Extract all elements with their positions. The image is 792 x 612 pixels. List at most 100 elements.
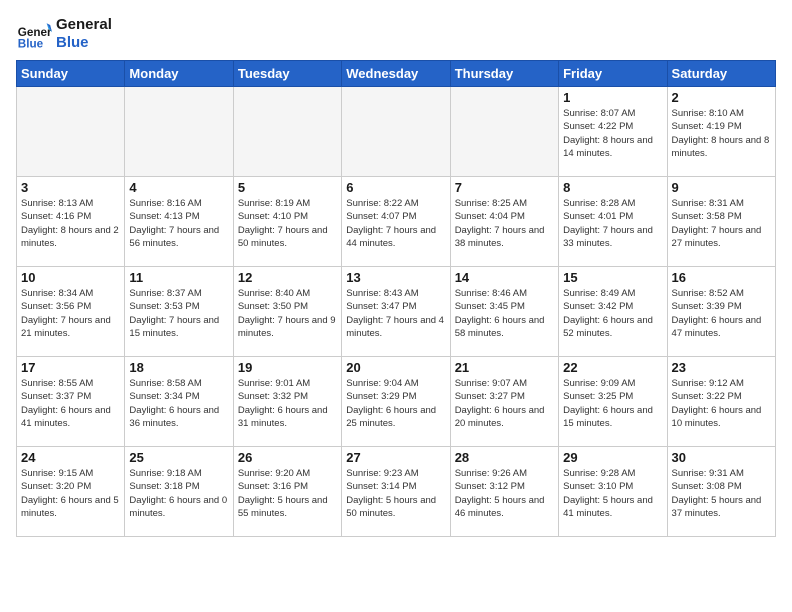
day-info: Sunrise: 9:07 AM Sunset: 3:27 PM Dayligh… [455,377,554,430]
calendar-cell: 5 Sunrise: 8:19 AM Sunset: 4:10 PM Daylig… [233,177,341,267]
calendar-cell: 17 Sunrise: 8:55 AM Sunset: 3:37 PM Dayli… [17,357,125,447]
calendar-cell: 4 Sunrise: 8:16 AM Sunset: 4:13 PM Daylig… [125,177,233,267]
calendar-cell: 8 Sunrise: 8:28 AM Sunset: 4:01 PM Daylig… [559,177,667,267]
weekday-header-sunday: Sunday [17,61,125,87]
calendar-cell: 9 Sunrise: 8:31 AM Sunset: 3:58 PM Daylig… [667,177,775,267]
day-number: 6 [346,180,445,195]
day-info: Sunrise: 8:28 AM Sunset: 4:01 PM Dayligh… [563,197,662,250]
logo-blue-text: Blue [56,34,112,52]
calendar-cell [450,87,558,177]
calendar-cell: 23 Sunrise: 9:12 AM Sunset: 3:22 PM Dayli… [667,357,775,447]
day-number: 4 [129,180,228,195]
day-number: 9 [672,180,771,195]
day-number: 14 [455,270,554,285]
calendar-cell: 14 Sunrise: 8:46 AM Sunset: 3:45 PM Dayli… [450,267,558,357]
header: General Blue General Blue [16,16,776,52]
day-info: Sunrise: 8:31 AM Sunset: 3:58 PM Dayligh… [672,197,771,250]
calendar-cell: 7 Sunrise: 8:25 AM Sunset: 4:04 PM Daylig… [450,177,558,267]
calendar-cell: 15Sunrise: 8:49 AM Sunset: 3:42 PM Dayli… [559,267,667,357]
day-info: Sunrise: 8:22 AM Sunset: 4:07 PM Dayligh… [346,197,445,250]
calendar-cell: 27 Sunrise: 9:23 AM Sunset: 3:14 PM Dayli… [342,447,450,537]
day-number: 1 [563,90,662,105]
calendar-cell: 13Sunrise: 8:43 AM Sunset: 3:47 PM Dayli… [342,267,450,357]
day-info: Sunrise: 8:58 AM Sunset: 3:34 PM Dayligh… [129,377,228,430]
day-number: 24 [21,450,120,465]
day-number: 12 [238,270,337,285]
weekday-header-row: SundayMondayTuesdayWednesdayThursdayFrid… [17,61,776,87]
day-number: 11 [129,270,228,285]
week-row-5: 24Sunrise: 9:15 AM Sunset: 3:20 PM Dayli… [17,447,776,537]
day-info: Sunrise: 9:31 AM Sunset: 3:08 PM Dayligh… [672,467,771,520]
weekday-header-monday: Monday [125,61,233,87]
calendar-cell: 25 Sunrise: 9:18 AM Sunset: 3:18 PM Dayli… [125,447,233,537]
calendar-cell: 18 Sunrise: 8:58 AM Sunset: 3:34 PM Dayli… [125,357,233,447]
day-info: Sunrise: 9:01 AM Sunset: 3:32 PM Dayligh… [238,377,337,430]
day-info: Sunrise: 8:19 AM Sunset: 4:10 PM Dayligh… [238,197,337,250]
calendar-cell: 20 Sunrise: 9:04 AM Sunset: 3:29 PM Dayli… [342,357,450,447]
day-number: 19 [238,360,337,375]
day-info: Sunrise: 8:13 AM Sunset: 4:16 PM Dayligh… [21,197,120,250]
calendar-cell: 2 Sunrise: 8:10 AM Sunset: 4:19 PM Daylig… [667,87,775,177]
calendar-cell [233,87,341,177]
day-info: Sunrise: 8:40 AM Sunset: 3:50 PM Dayligh… [238,287,337,340]
calendar-cell: 22Sunrise: 9:09 AM Sunset: 3:25 PM Dayli… [559,357,667,447]
day-info: Sunrise: 8:25 AM Sunset: 4:04 PM Dayligh… [455,197,554,250]
day-info: Sunrise: 9:18 AM Sunset: 3:18 PM Dayligh… [129,467,228,520]
day-number: 5 [238,180,337,195]
calendar-cell [125,87,233,177]
day-info: Sunrise: 8:34 AM Sunset: 3:56 PM Dayligh… [21,287,120,340]
day-number: 30 [672,450,771,465]
day-number: 29 [563,450,662,465]
calendar-cell [342,87,450,177]
day-info: Sunrise: 9:20 AM Sunset: 3:16 PM Dayligh… [238,467,337,520]
weekday-header-thursday: Thursday [450,61,558,87]
day-info: Sunrise: 9:12 AM Sunset: 3:22 PM Dayligh… [672,377,771,430]
weekday-header-tuesday: Tuesday [233,61,341,87]
weekday-header-wednesday: Wednesday [342,61,450,87]
day-number: 27 [346,450,445,465]
calendar-cell: 29 Sunrise: 9:28 AM Sunset: 3:10 PM Dayli… [559,447,667,537]
day-number: 18 [129,360,228,375]
day-number: 3 [21,180,120,195]
day-number: 26 [238,450,337,465]
svg-text:Blue: Blue [18,38,44,51]
day-number: 22 [563,360,662,375]
day-number: 17 [21,360,120,375]
calendar: SundayMondayTuesdayWednesdayThursdayFrid… [16,60,776,537]
day-number: 7 [455,180,554,195]
week-row-3: 10 Sunrise: 8:34 AM Sunset: 3:56 PM Dayli… [17,267,776,357]
day-info: Sunrise: 8:43 AM Sunset: 3:47 PM Dayligh… [346,287,445,340]
day-info: Sunrise: 8:46 AM Sunset: 3:45 PM Dayligh… [455,287,554,340]
calendar-cell: 3 Sunrise: 8:13 AM Sunset: 4:16 PM Daylig… [17,177,125,267]
calendar-cell: 30 Sunrise: 9:31 AM Sunset: 3:08 PM Dayli… [667,447,775,537]
calendar-cell: 28Sunrise: 9:26 AM Sunset: 3:12 PM Dayli… [450,447,558,537]
day-info: Sunrise: 8:16 AM Sunset: 4:13 PM Dayligh… [129,197,228,250]
day-info: Sunrise: 8:37 AM Sunset: 3:53 PM Dayligh… [129,287,228,340]
calendar-body: 1 Sunrise: 8:07 AM Sunset: 4:22 PM Daylig… [17,87,776,537]
day-info: Sunrise: 9:28 AM Sunset: 3:10 PM Dayligh… [563,467,662,520]
day-info: Sunrise: 8:55 AM Sunset: 3:37 PM Dayligh… [21,377,120,430]
calendar-cell: 6 Sunrise: 8:22 AM Sunset: 4:07 PM Daylig… [342,177,450,267]
day-number: 10 [21,270,120,285]
day-number: 25 [129,450,228,465]
calendar-cell: 10 Sunrise: 8:34 AM Sunset: 3:56 PM Dayli… [17,267,125,357]
day-number: 16 [672,270,771,285]
calendar-cell: 1 Sunrise: 8:07 AM Sunset: 4:22 PM Daylig… [559,87,667,177]
day-info: Sunrise: 9:23 AM Sunset: 3:14 PM Dayligh… [346,467,445,520]
day-number: 8 [563,180,662,195]
week-row-1: 1 Sunrise: 8:07 AM Sunset: 4:22 PM Daylig… [17,87,776,177]
calendar-cell: 21Sunrise: 9:07 AM Sunset: 3:27 PM Dayli… [450,357,558,447]
day-info: Sunrise: 9:26 AM Sunset: 3:12 PM Dayligh… [455,467,554,520]
calendar-cell [17,87,125,177]
logo: General Blue General Blue [16,16,112,52]
day-info: Sunrise: 8:07 AM Sunset: 4:22 PM Dayligh… [563,107,662,160]
calendar-cell: 16Sunrise: 8:52 AM Sunset: 3:39 PM Dayli… [667,267,775,357]
day-number: 23 [672,360,771,375]
day-info: Sunrise: 9:04 AM Sunset: 3:29 PM Dayligh… [346,377,445,430]
calendar-cell: 26 Sunrise: 9:20 AM Sunset: 3:16 PM Dayli… [233,447,341,537]
weekday-header-friday: Friday [559,61,667,87]
day-number: 20 [346,360,445,375]
calendar-cell: 12 Sunrise: 8:40 AM Sunset: 3:50 PM Dayli… [233,267,341,357]
day-info: Sunrise: 8:10 AM Sunset: 4:19 PM Dayligh… [672,107,771,160]
day-number: 2 [672,90,771,105]
